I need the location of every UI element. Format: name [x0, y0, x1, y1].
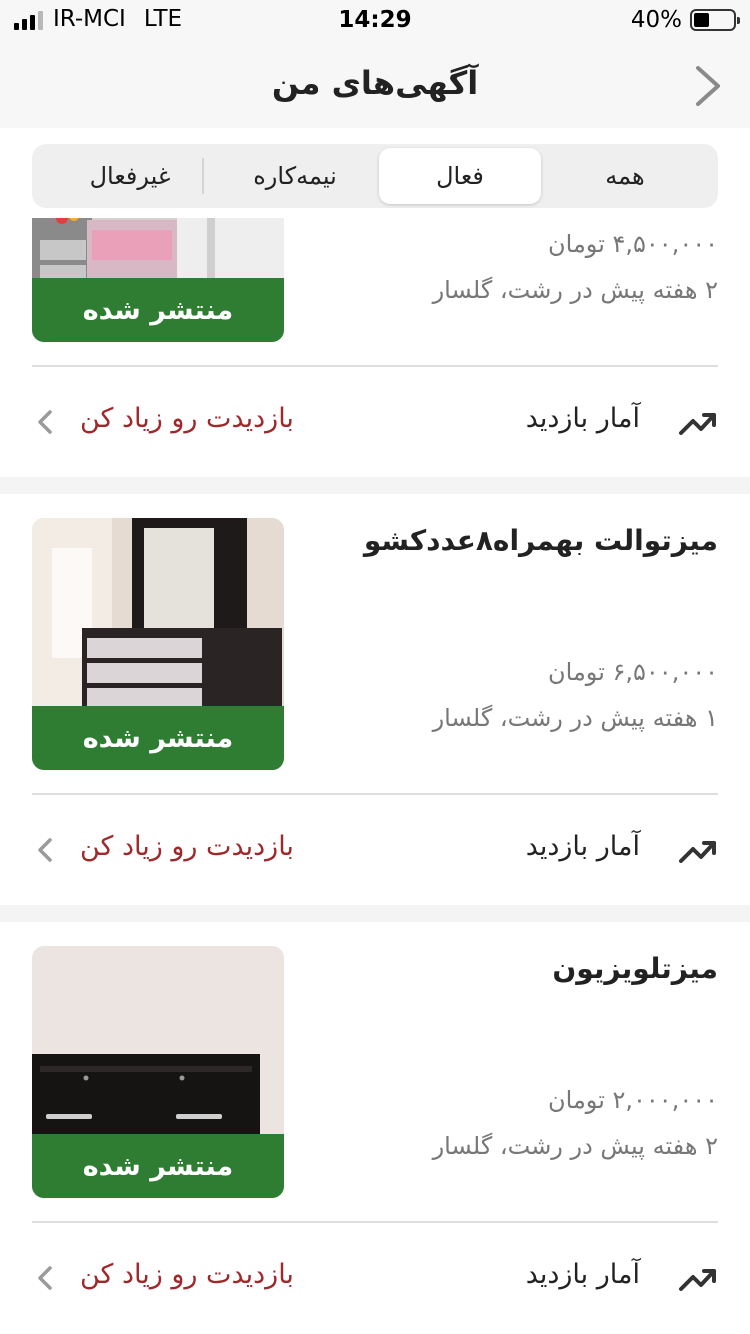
chevron-right-icon[interactable] [688, 64, 728, 108]
tab-inactive[interactable]: غیرفعال [49, 148, 211, 204]
filter-tabs-bar: همه فعال نیمه‌کاره غیرفعال [0, 128, 750, 218]
tab-divider [202, 158, 204, 194]
boost-views-button[interactable]: بازدیدت رو زیاد کن [80, 1259, 294, 1290]
listing-actions: آمار بازدید بازدیدت رو زیاد کن [0, 1223, 750, 1333]
chevron-left-icon[interactable] [32, 835, 58, 865]
segmented-control: همه فعال نیمه‌کاره غیرفعال [32, 144, 718, 208]
published-badge: منتشر شده [32, 278, 284, 342]
listing-actions: آمار بازدید بازدیدت رو زیاد کن [0, 795, 750, 905]
listing-price: ۴,۵۰۰,۰۰۰ تومان [548, 230, 718, 258]
listing-meta: ۱ هفته پیش در رشت، گلسار [432, 704, 718, 732]
boost-views-button[interactable]: بازدیدت رو زیاد کن [80, 403, 294, 434]
page-title: آگهی‌های من [271, 64, 479, 102]
published-badge: منتشر شده [32, 1134, 284, 1198]
listing-card[interactable]: منتشر شده ۴,۵۰۰,۰۰۰ تومان ۲ هفته پیش در … [0, 218, 750, 477]
listing-image[interactable]: منتشر شده [32, 518, 284, 770]
card-separator [0, 905, 750, 922]
listing-card[interactable]: منتشر شده میزتوالت بهمراه۸عددکشو ۶,۵۰۰,۰… [0, 494, 750, 905]
listing-meta: ۲ هفته پیش در رشت، گلسار [432, 276, 718, 304]
listing-title: میزتلویزیون [552, 952, 718, 985]
trending-up-icon[interactable] [678, 831, 718, 871]
tab-draft[interactable]: نیمه‌کاره [214, 148, 376, 204]
listing-card[interactable]: منتشر شده میزتلویزیون ۲,۰۰۰,۰۰۰ تومان ۲ … [0, 922, 750, 1333]
tab-all[interactable]: همه [544, 148, 706, 204]
listing-price: ۶,۵۰۰,۰۰۰ تومان [548, 658, 718, 686]
listing-actions: آمار بازدید بازدیدت رو زیاد کن [0, 367, 750, 477]
listing-title: میزتوالت بهمراه۸عددکشو [363, 524, 718, 557]
listing-price: ۲,۰۰۰,۰۰۰ تومان [548, 1086, 718, 1114]
battery-percent: 40% [630, 7, 682, 33]
tab-active[interactable]: فعال [379, 148, 541, 204]
trending-up-icon[interactable] [678, 403, 718, 443]
view-stats-button[interactable]: آمار بازدید [526, 831, 640, 862]
view-stats-button[interactable]: آمار بازدید [526, 403, 640, 434]
listings-list: منتشر شده ۴,۵۰۰,۰۰۰ تومان ۲ هفته پیش در … [0, 218, 750, 1334]
published-badge: منتشر شده [32, 706, 284, 770]
listing-meta: ۲ هفته پیش در رشت، گلسار [432, 1132, 718, 1160]
chevron-left-icon[interactable] [32, 407, 58, 437]
status-bar: IR-MCI LTE 14:29 40% [0, 0, 750, 42]
listing-image[interactable]: منتشر شده [32, 218, 284, 342]
battery-icon [690, 9, 740, 31]
card-separator [0, 477, 750, 494]
navigation-bar: آگهی‌های من [0, 42, 750, 128]
listing-image[interactable]: منتشر شده [32, 946, 284, 1198]
trending-up-icon[interactable] [678, 1259, 718, 1299]
chevron-left-icon[interactable] [32, 1263, 58, 1293]
boost-views-button[interactable]: بازدیدت رو زیاد کن [80, 831, 294, 862]
view-stats-button[interactable]: آمار بازدید [526, 1259, 640, 1290]
status-right: 40% [630, 7, 740, 33]
